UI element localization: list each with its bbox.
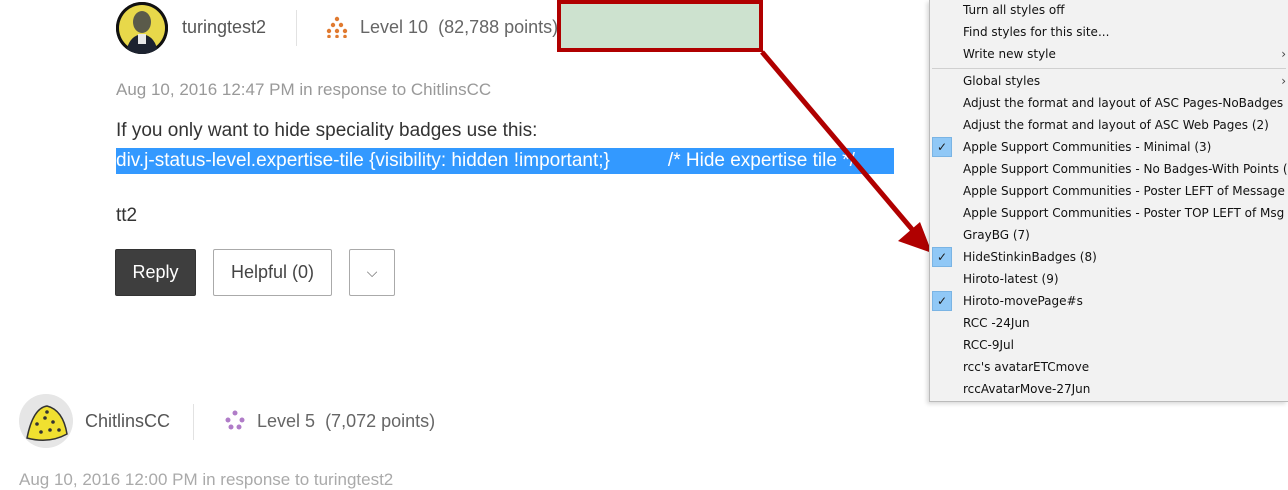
menu-item-style-12[interactable]: RCC-9Jul [930, 334, 1288, 356]
menu-item-style-13[interactable]: rcc's avatarETCmove [930, 356, 1288, 378]
menu-item-style-4[interactable]: Apple Support Communities - No Badges-Wi… [930, 158, 1288, 180]
menu-item-style-5[interactable]: Apple Support Communities - Poster LEFT … [930, 180, 1288, 202]
menu-item-turn-off[interactable]: Turn all styles off [930, 0, 1288, 21]
menu-item-style-9[interactable]: Hiroto-latest (9) [930, 268, 1288, 290]
menu-item-style-14[interactable]: rccAvatarMove-27Jun [930, 378, 1288, 400]
menu-item-global-styles[interactable]: Global styles › [930, 70, 1288, 92]
submenu-arrow-icon: › [1281, 74, 1286, 88]
menu-item-style-11[interactable]: RCC -24Jun [930, 312, 1288, 334]
menu-item-style-2[interactable]: Adjust the format and layout of ASC Web … [930, 114, 1288, 136]
menu-item-style-6[interactable]: Apple Support Communities - Poster TOP L… [930, 202, 1288, 224]
menu-item-style-1[interactable]: Adjust the format and layout of ASC Page… [930, 92, 1288, 114]
checkmark-icon: ✓ [932, 247, 952, 267]
menu-item-write-new-style[interactable]: Write new style › [930, 43, 1288, 65]
menu-item-style-8[interactable]: ✓ HideStinkinBadges (8) [930, 246, 1288, 268]
checkmark-icon: ✓ [932, 137, 952, 157]
menu-item-style-7[interactable]: GrayBG (7) [930, 224, 1288, 246]
menu-item-find-styles[interactable]: Find styles for this site... [930, 21, 1288, 43]
menu-item-style-3[interactable]: ✓ Apple Support Communities - Minimal (3) [930, 136, 1288, 158]
styles-context-menu: Turn all styles off Find styles for this… [929, 0, 1288, 402]
menu-item-style-10[interactable]: ✓ Hiroto-movePage#s [930, 290, 1288, 312]
menu-separator [932, 68, 1286, 69]
checkmark-icon: ✓ [932, 291, 952, 311]
submenu-arrow-icon: › [1281, 47, 1286, 61]
